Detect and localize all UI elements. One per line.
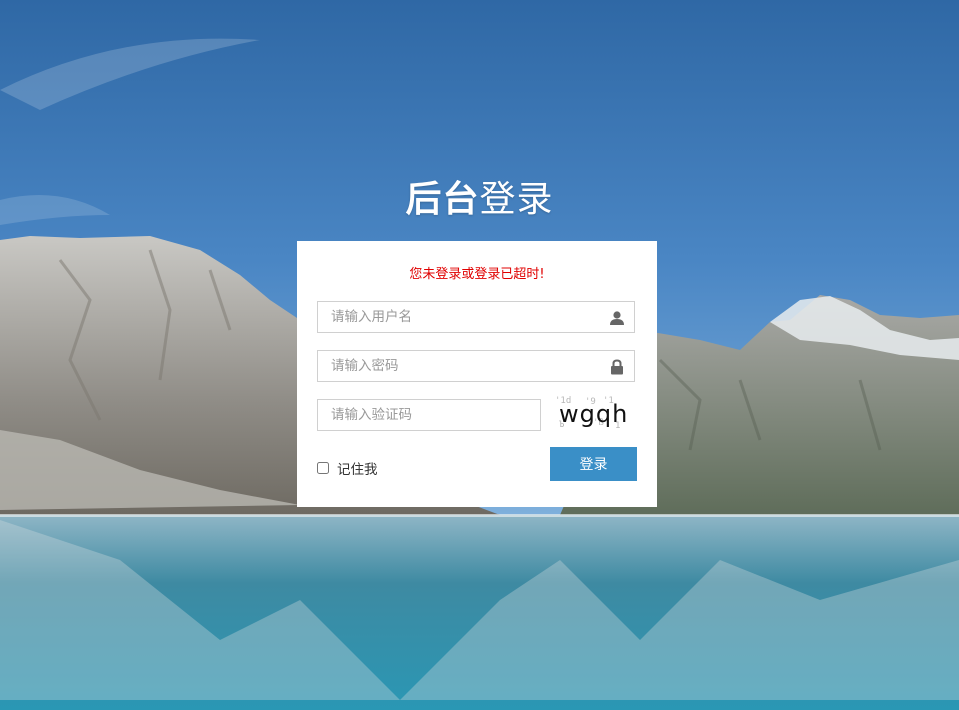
captcha-image[interactable]: '1d '9'1 Ъ'ß 1 wgqh xyxy=(553,395,637,435)
captcha-field-box xyxy=(317,399,541,431)
page-title-bold: 后台 xyxy=(405,179,480,220)
lock-icon xyxy=(610,359,624,375)
login-button[interactable]: 登录 xyxy=(550,447,637,481)
username-input[interactable] xyxy=(318,302,634,332)
login-panel: 您未登录或登录已超时! '1d'9'1 Ъ'ß1 wgqh xyxy=(297,241,657,507)
page-title-light: 登录 xyxy=(479,179,554,220)
page-title: 后台登录 xyxy=(0,170,959,222)
remember-label: 记住我 xyxy=(337,462,378,478)
user-icon xyxy=(610,310,624,326)
remember-checkbox[interactable] xyxy=(317,462,329,474)
error-message: 您未登录或登录已超时! xyxy=(409,267,545,282)
username-field-box xyxy=(317,301,635,333)
captcha-text: wgqh xyxy=(559,400,628,428)
password-input[interactable] xyxy=(318,351,634,381)
remember-me[interactable]: 记住我 xyxy=(317,458,378,478)
password-field-box xyxy=(317,350,635,382)
captcha-input[interactable] xyxy=(318,400,540,430)
